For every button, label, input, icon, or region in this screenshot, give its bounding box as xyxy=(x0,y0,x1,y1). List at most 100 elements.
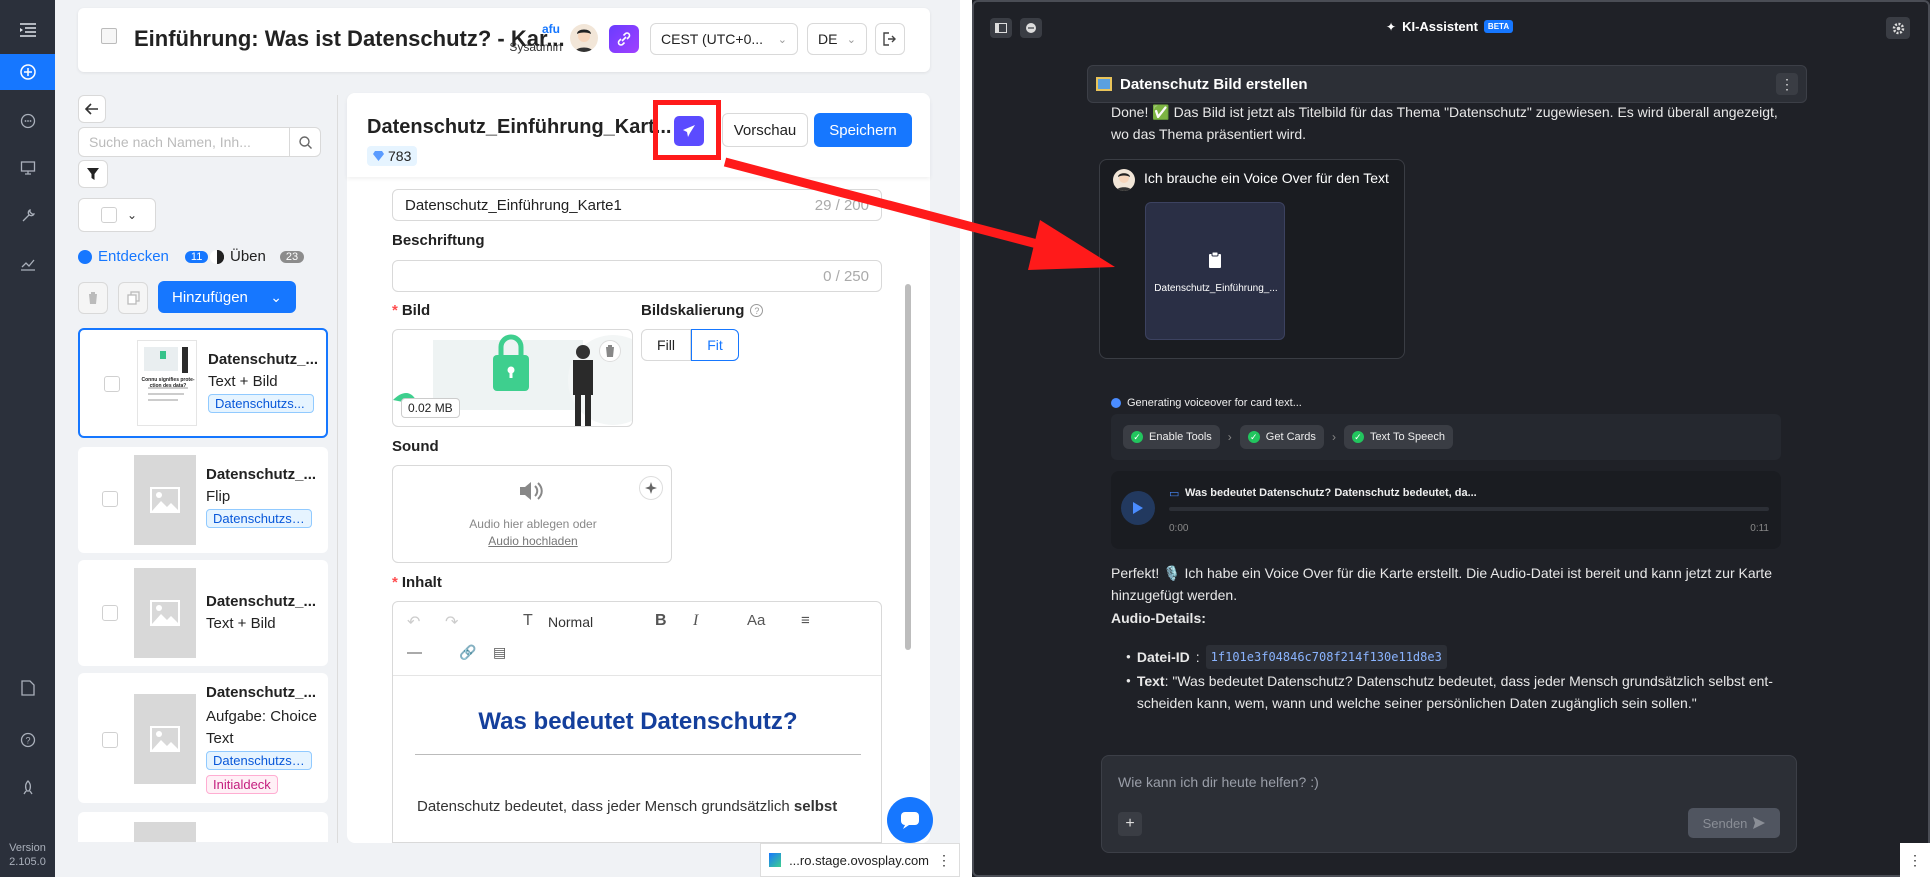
audio-progress-track[interactable] xyxy=(1169,507,1769,511)
broken-image-icon xyxy=(101,28,117,44)
speaker-icon xyxy=(520,482,543,500)
audio-title: Was bedeutet Datenschutz? Datenschutz be… xyxy=(1185,487,1477,499)
add-attachment-icon[interactable]: + xyxy=(1118,812,1142,836)
sound-upload-link[interactable]: Audio hochladen xyxy=(393,534,673,548)
placeholder-image-icon xyxy=(134,568,196,658)
chevron-right-icon: › xyxy=(1227,430,1232,444)
copy-icon xyxy=(126,291,140,305)
save-button[interactable]: Speichern xyxy=(814,113,912,147)
search-button[interactable] xyxy=(289,127,321,157)
page-title: Einführung: Was ist Datenschutz? - Kar..… xyxy=(134,26,565,51)
logout-icon[interactable] xyxy=(875,23,905,55)
tool-steps: ✓ Enable Tools › ✓ Get Cards › ✓ Text To Sp… xyxy=(1111,414,1781,460)
assistant-title-text: KI-Assistent xyxy=(1402,19,1478,34)
list-item[interactable] xyxy=(78,812,328,842)
text-row: ● Text: "Was bedeutet Datenschutz? Daten… xyxy=(1126,670,1786,714)
diamond-icon xyxy=(373,151,384,161)
chat-input-box[interactable]: Wie kann ich dir heute helfen? :) + Send… xyxy=(1101,755,1797,853)
add-circle-icon[interactable] xyxy=(0,54,55,90)
sparkle-icon[interactable] xyxy=(639,476,663,500)
play-button[interactable] xyxy=(1121,491,1155,525)
file-id-value: 1f101e3f04846c708f214f130e11d8e3 xyxy=(1205,645,1447,669)
tools-icon[interactable] xyxy=(0,198,55,234)
library-icon[interactable]: ▤ xyxy=(493,644,506,661)
presentation-icon[interactable] xyxy=(0,150,55,186)
site-favicon xyxy=(769,853,782,867)
help-icon[interactable]: ? xyxy=(0,722,55,758)
diamond-counter: 783 xyxy=(367,146,418,166)
new-chat-icon[interactable] xyxy=(1020,18,1042,38)
pinned-task[interactable]: Datenschutz Bild erstellen ⋮ xyxy=(1087,65,1807,103)
back-button[interactable] xyxy=(78,95,106,123)
item-checkbox[interactable] xyxy=(102,605,118,621)
list-item[interactable]: Datenschutz_... Text + Bild xyxy=(78,560,328,666)
chat-launcher-button[interactable] xyxy=(887,797,933,843)
tag: Initialdeck xyxy=(206,775,278,794)
search-input[interactable]: Suche nach Namen, Inh... xyxy=(78,127,290,157)
horizontal-rule-icon[interactable]: — xyxy=(407,644,422,661)
item-checkbox[interactable] xyxy=(102,732,118,748)
avatar[interactable] xyxy=(570,24,598,52)
more-icon[interactable]: ⋮ xyxy=(937,852,951,869)
scaling-fill-option[interactable]: Fill xyxy=(641,329,691,361)
generating-status: Generating voiceover for card text... xyxy=(1111,397,1302,409)
item-checkbox[interactable] xyxy=(104,376,120,392)
link-icon[interactable] xyxy=(609,25,639,53)
font-size-icon[interactable]: Aa xyxy=(747,612,765,629)
analytics-icon[interactable] xyxy=(0,246,55,282)
more-icon[interactable]: ⋮ xyxy=(1900,843,1930,877)
item-checkbox[interactable] xyxy=(102,491,118,507)
list-item[interactable]: Datenschutz_... Flip Datenschutzsa... xyxy=(78,447,328,553)
chevron-down-icon: ⌄ xyxy=(127,208,138,222)
send-label: Senden xyxy=(1702,815,1748,831)
image-upload[interactable]: 0.02 MB xyxy=(392,329,633,427)
language-select[interactable]: DE ⌄ xyxy=(807,23,867,55)
tab-practice[interactable]: Üben 23 xyxy=(210,248,305,265)
tab-discover[interactable]: Entdecken 11 xyxy=(78,248,209,265)
more-vertical-icon[interactable]: ⋮ xyxy=(1776,73,1798,95)
attachment-card[interactable]: Datenschutz_Einführung_... xyxy=(1145,202,1285,340)
copy-button[interactable] xyxy=(118,282,148,314)
browser-tab-strip[interactable]: ...ro.stage.ovosplay.com ⋮ xyxy=(760,843,960,877)
rocket-icon[interactable] xyxy=(0,770,55,806)
chat-icon[interactable] xyxy=(0,103,55,139)
assistant-message: Done! ✅ Das Bild ist jetzt als Titelbild… xyxy=(1111,104,1778,142)
tag: Datenschutzsa... xyxy=(206,751,312,770)
thumbnail-caption: Connu signifies prote-ction des data? xyxy=(141,377,195,389)
redo-icon[interactable]: ↷ xyxy=(445,612,458,632)
list-item[interactable]: Connu signifies prote-ction des data? Da… xyxy=(78,328,328,438)
delete-button[interactable] xyxy=(78,282,108,314)
menu-toggle-icon[interactable] xyxy=(0,12,55,48)
settings-gear-icon[interactable] xyxy=(1886,17,1910,39)
filter-button[interactable] xyxy=(78,160,108,188)
text-style-select[interactable]: Normal xyxy=(548,614,593,630)
save-label: Speichern xyxy=(829,121,897,139)
document-icon[interactable] xyxy=(0,670,55,706)
content-editor[interactable]: ↶ ↷ T Normal B I Aa ≡ — 🔗 ▤ Was bedeutet… xyxy=(392,601,882,843)
link-icon[interactable]: 🔗 xyxy=(459,644,476,661)
step-text-to-speech: ✓ Text To Speech xyxy=(1343,425,1453,449)
select-all-dropdown[interactable]: ⌄ xyxy=(78,198,156,232)
beta-badge: BETA xyxy=(1483,20,1514,33)
annotation-arrow xyxy=(723,157,1115,270)
paper-plane-icon xyxy=(683,125,695,137)
undo-icon[interactable]: ↶ xyxy=(407,612,420,632)
play-icon xyxy=(1133,502,1143,514)
send-button[interactable]: Senden xyxy=(1688,808,1780,838)
list-item[interactable]: Datenschutz_... Aufgabe: Choice Text Dat… xyxy=(78,673,328,803)
sound-dropzone[interactable]: Audio hier ablegen oder Audio hochladen xyxy=(392,465,672,563)
item-type: Flip xyxy=(206,488,231,505)
italic-icon[interactable]: I xyxy=(693,612,698,630)
preview-button[interactable]: Vorschau xyxy=(722,113,808,147)
add-button[interactable]: Hinzufügen ⌄ xyxy=(158,281,296,313)
select-all-checkbox[interactable] xyxy=(101,207,117,223)
sidebar-toggle-icon[interactable] xyxy=(990,18,1012,38)
add-button-label: Hinzufügen xyxy=(172,288,248,306)
scaling-toggle: Fill Fit xyxy=(641,329,739,361)
send-to-assistant-button[interactable] xyxy=(674,116,704,146)
trash-icon[interactable] xyxy=(599,340,621,362)
timezone-select[interactable]: CEST (UTC+0... ⌄ xyxy=(650,23,798,55)
scaling-fit-option[interactable]: Fit xyxy=(691,329,739,361)
bold-icon[interactable]: B xyxy=(655,612,667,630)
align-left-icon[interactable]: ≡ xyxy=(801,612,810,629)
